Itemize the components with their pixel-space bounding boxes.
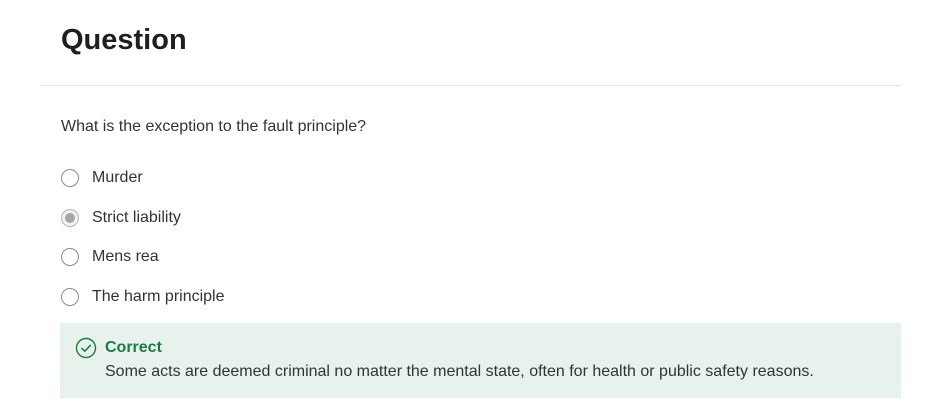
option-label: Strict liability [92,208,181,226]
option-label: Mens rea [92,248,159,266]
radio-button[interactable] [61,208,79,227]
option-label: Murder [92,169,143,186]
question-prompt: What is the exception to the fault princ… [61,118,367,135]
option-label: The harm principle [92,287,225,305]
answer-options: Murder Strict liability Mens rea The har… [59,166,559,324]
feedback-message: Some acts are deemed criminal no matter … [105,363,814,380]
option-murder[interactable]: Murder [59,166,559,190]
radio-button[interactable] [61,169,79,187]
feedback-status: Correct [105,339,162,356]
radio-button[interactable] [61,287,79,306]
option-strict-liability[interactable]: Strict liability [59,206,559,230]
feedback-panel: Correct Some acts are deemed criminal no… [60,323,901,398]
option-harm-principle[interactable]: The harm principle [59,285,559,309]
radio-button[interactable] [61,248,79,267]
divider [40,85,901,86]
page-title: Question [61,24,187,56]
option-mens-rea[interactable]: Mens rea [59,245,559,269]
check-circle-icon [75,337,97,359]
